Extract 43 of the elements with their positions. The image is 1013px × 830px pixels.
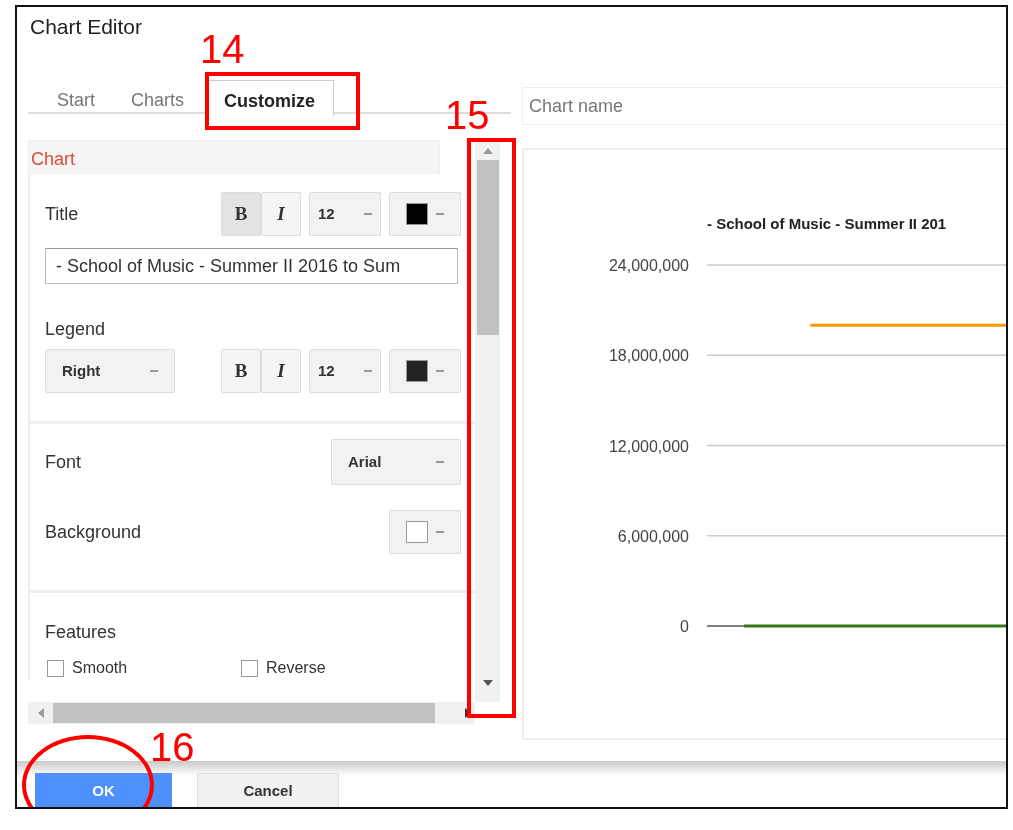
font-label: Font — [45, 450, 82, 474]
bold-button[interactable]: B — [221, 349, 261, 393]
color-picker-button[interactable] — [389, 349, 461, 393]
horizontal-scrollbar[interactable] — [28, 702, 475, 724]
annotation-number: 15 — [445, 95, 490, 135]
scroll-left-icon[interactable] — [38, 708, 44, 718]
background-label: Background — [45, 520, 142, 544]
axis-tick-label: 0 — [680, 618, 689, 635]
scroll-down-icon[interactable] — [482, 680, 493, 686]
tab[interactable]: Start — [48, 80, 104, 114]
tab[interactable]: Charts — [122, 80, 194, 114]
section-header: Chart — [28, 140, 440, 174]
italic-button[interactable]: I — [261, 192, 301, 236]
axis-tick-label: 24,000,000 — [608, 257, 689, 274]
scroll-up-icon[interactable] — [482, 148, 493, 154]
features-label: Features — [44, 621, 118, 644]
italic-button[interactable]: I — [261, 349, 301, 393]
annotation-number: 16 — [150, 727, 195, 767]
font-size-dropdown[interactable]: 12 — [309, 192, 381, 236]
checkbox[interactable] — [47, 659, 64, 677]
font-dropdown[interactable]: Arial — [331, 439, 461, 485]
cancel-button[interactable]: Cancel — [197, 773, 339, 807]
checkbox-label: Reverse — [266, 658, 326, 678]
axis-tick-label: 12,000,000 — [608, 437, 689, 455]
scrollbar-thumb[interactable] — [53, 703, 435, 723]
scrollbar-thumb[interactable] — [476, 160, 499, 335]
dialog-title: Chart Editor — [29, 14, 144, 40]
title-field[interactable]: - School of Music - Summer II 2016 to Sum — [45, 248, 458, 284]
title-label: Title — [45, 202, 79, 226]
axis-tick-label: 6,000,000 — [617, 527, 689, 545]
legend-position-dropdown[interactable]: Right — [45, 349, 175, 393]
color-picker-button[interactable] — [389, 192, 461, 236]
axis-tick-label: 18,000,000 — [608, 347, 689, 365]
checkbox[interactable] — [241, 659, 258, 677]
vertical-scrollbar[interactable] — [475, 140, 500, 702]
annotation-number: 14 — [200, 29, 245, 69]
font-size-dropdown[interactable]: 12 — [309, 349, 381, 393]
checkbox-label: Smooth — [72, 658, 128, 678]
legend-label: Legend — [44, 318, 107, 341]
bold-button[interactable]: B — [221, 192, 261, 236]
chart-title: - School of Music - Summer II 201 — [707, 215, 947, 232]
chart-name-field[interactable]: Chart name — [522, 87, 1006, 125]
color-picker-button[interactable] — [389, 510, 461, 554]
